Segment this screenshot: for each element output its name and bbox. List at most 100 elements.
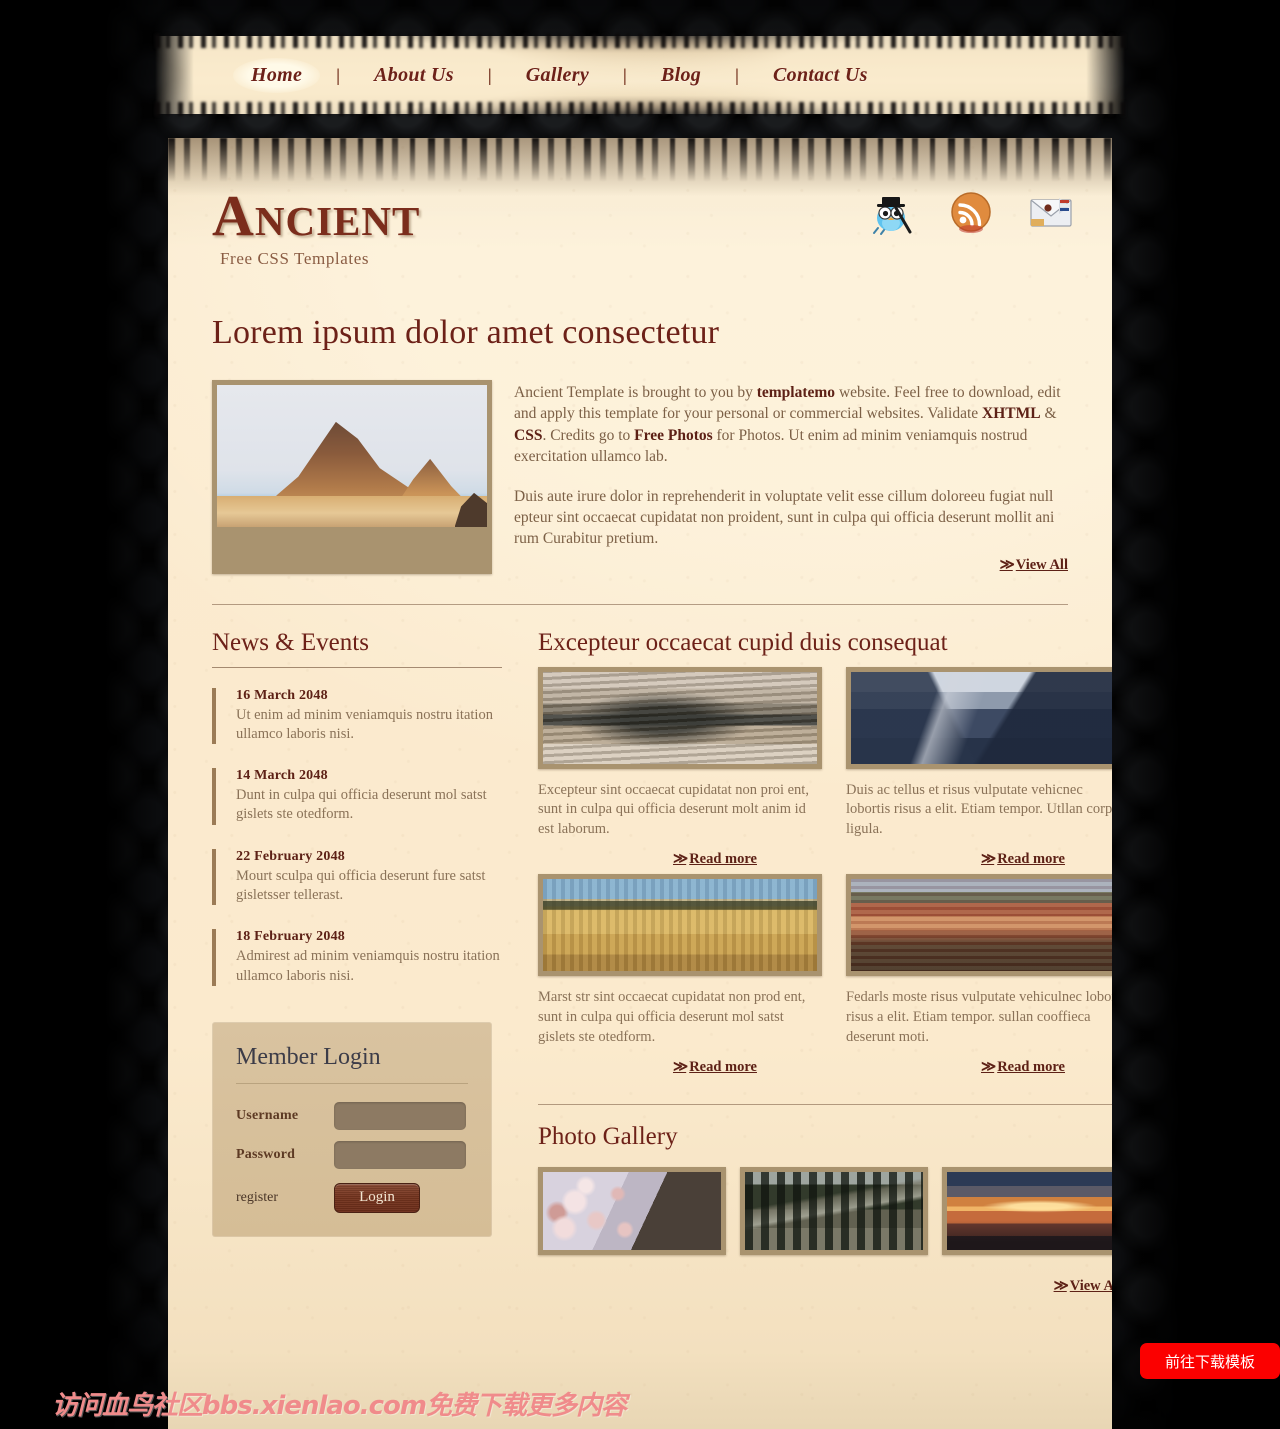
login-button[interactable]: Login [334,1182,420,1213]
feature-card-image-frame [538,874,822,977]
hero-paragraph-2: Duis aute irure dolor in reprehenderit i… [514,487,1055,548]
sidebar-column: News & Events 16 March 2048 Ut enim ad m… [212,629,502,1295]
content-panel: Ancient Free CSS Templates Lorem ipsum d… [168,138,1112,1429]
page-root: Home | About Us | Gallery | Blog | Conta… [0,0,1280,1429]
nav-link-gallery[interactable]: Gallery [508,58,607,93]
nav-item-home: Home [233,57,321,93]
read-more-label: Read more [689,851,757,868]
nav-list: Home | About Us | Gallery | Blog | Conta… [155,36,1125,114]
nav-separator-4: | [735,64,740,85]
nav-item-gallery: Gallery [508,58,607,93]
gallery-thumb-image [947,1171,1112,1250]
read-more-link[interactable]: ≫ Read more [673,851,757,867]
hero-paragraph-1: Ancient Template is brought to you by te… [514,382,1076,468]
hero-p1-part-a: Ancient Template is brought to you by [514,384,757,401]
gallery-thumbnails [538,1166,1112,1255]
news-item-text: Dunt in culpa qui officia deserunt mol s… [236,787,487,823]
link-templatemo[interactable]: templatemo [757,384,835,401]
chevron-right-icon: ≫ [999,556,1015,573]
feature-card-more-wrap: ≫ Read more [538,840,822,868]
read-more-link[interactable]: ≫ Read more [981,851,1065,867]
login-action-row: register Login [236,1182,468,1213]
nav-link-contact-us[interactable]: Contact Us [755,58,886,93]
logo-subtitle: Free CSS Templates [220,249,370,269]
nav-link-about-us[interactable]: About Us [356,58,472,93]
page-title: Lorem ipsum dolor amet consectetur [212,314,720,351]
member-login-title: Member Login [236,1043,381,1070]
gallery-thumb-image [745,1171,923,1250]
chevron-right-icon: ≫ [673,851,688,868]
hero-section: Lorem ipsum dolor amet consectetur Ancie… [168,298,1112,574]
site-logo[interactable]: Ancient Free CSS Templates [212,183,421,269]
news-section-title: News & Events [212,628,369,656]
nav-separator-3: | [623,64,627,85]
feature-card: Duis ac tellus et risus vulputate vehicn… [846,666,1112,869]
news-item[interactable]: 18 February 2048 Admirest ad minim venia… [212,929,502,986]
news-item[interactable]: 16 March 2048 Ut enim ad minim veniamqui… [212,687,502,745]
feature-card-text: Marst str sint occaecat cupidatat non pr… [538,989,806,1045]
main-navigation: Home | About Us | Gallery | Blog | Conta… [155,34,1125,116]
link-free-photos[interactable]: Free Photos [634,427,712,444]
feature-card-more-wrap: ≫ Read more [538,1048,822,1076]
hero-image-frame [212,380,492,574]
username-label: Username [236,1107,299,1123]
username-row: Username [236,1101,468,1130]
news-item-text: Mourt sculpa qui officia deserunt fure s… [236,867,486,904]
register-link[interactable]: register [236,1190,334,1206]
news-item-text: Ut enim ad minim veniamquis nostru itati… [236,706,493,742]
nav-item-about-us: About Us [356,58,472,93]
username-input[interactable] [334,1101,466,1130]
nav-item-contact-us: Contact Us [755,58,886,93]
news-item[interactable]: 14 March 2048 Dunt in culpa qui officia … [212,768,502,825]
feature-card: Excepteur sint occaecat cupidatat non pr… [538,666,822,869]
news-divider [212,666,502,668]
feature-card-text: Fedarls moste risus vulputate vehiculnec… [846,989,1112,1045]
gallery-thumb-image [543,1171,721,1250]
chevron-right-icon: ≫ [981,1058,996,1075]
gallery-view-all-wrap: ≫View All [538,1255,1112,1295]
news-item[interactable]: 22 February 2048 Mourt sculpa qui offici… [212,848,502,906]
news-item-date: 22 February 2048 [236,848,345,864]
logo-title: Ancient [212,183,421,248]
member-login-divider [236,1082,468,1084]
rss-feed-icon[interactable] [946,188,996,236]
gallery-section-title: Photo Gallery [538,1122,678,1150]
feature-card-image [851,879,1112,972]
link-xhtml[interactable]: XHTML [982,405,1041,422]
feature-card-image-frame [846,874,1112,977]
password-input[interactable] [334,1140,466,1169]
download-template-button[interactable]: 前往下载模板 [1140,1343,1280,1379]
feature-card-text: Excepteur sint occaecat cupidatat non pr… [538,781,809,838]
read-more-link[interactable]: ≫ Read more [981,1059,1065,1075]
password-label: Password [236,1146,296,1162]
nav-link-blog[interactable]: Blog [643,58,719,93]
social-links [866,188,1076,236]
feature-card-more-wrap: ≫ Read more [846,1048,1112,1076]
feature-card-grid: Excepteur sint occaecat cupidatat non pr… [538,666,1112,1082]
gallery-thumb-frame[interactable] [538,1166,726,1255]
gallery-thumb-frame[interactable] [740,1166,928,1255]
nav-item-blog: Blog [643,58,719,93]
twitter-bird-icon[interactable] [866,188,916,236]
feature-card-image-frame [846,666,1112,769]
feature-card: Marst str sint occaecat cupidatat non pr… [538,874,822,1076]
hero-view-all-wrap: ≫ View All [514,556,1076,574]
read-more-label: Read more [997,851,1065,868]
site-header: Ancient Free CSS Templates [168,138,1112,298]
read-more-link[interactable]: ≫ Read more [673,1059,757,1075]
chevron-right-icon: ≫ [981,851,996,868]
email-envelope-icon[interactable] [1026,188,1076,236]
hero-view-all-link[interactable]: ≫ View All [1000,557,1068,573]
gallery-thumb-frame[interactable] [942,1166,1112,1255]
hero-p1-part-c: & [1040,405,1057,423]
hero-p1-part-d: . Credits go to [542,426,635,444]
link-css[interactable]: CSS [514,427,542,444]
nav-separator-1: | [336,64,341,85]
gallery-view-all-link[interactable]: ≫View All [1054,1278,1112,1294]
feature-card-text: Duis ac tellus et risus vulputate vehicn… [846,781,1112,838]
hero-image [217,385,487,527]
gallery-view-all-label: View All [1069,1277,1112,1294]
hero-view-all-label: View All [1015,556,1068,573]
feature-card-image [543,879,817,972]
nav-link-home[interactable]: Home [233,57,321,93]
